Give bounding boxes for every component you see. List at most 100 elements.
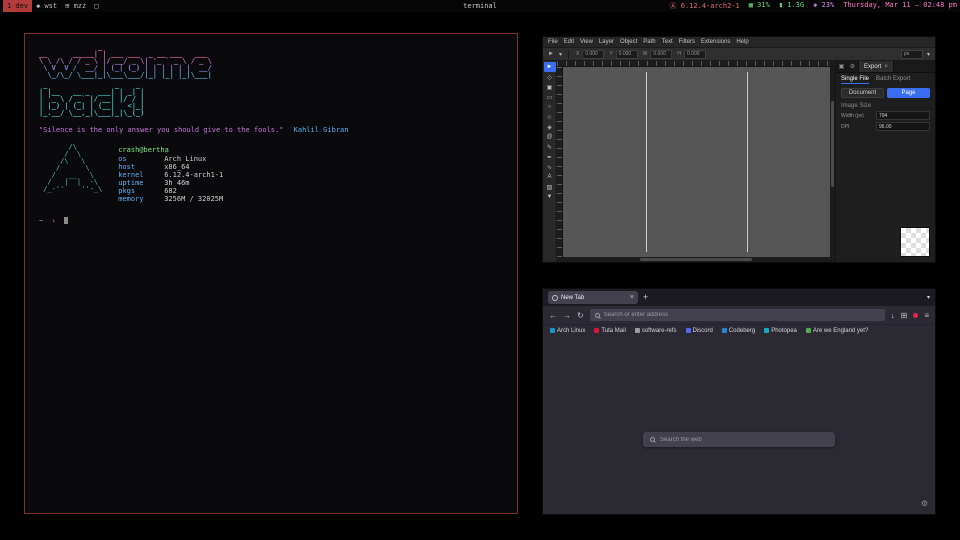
inkscape-canvas[interactable] bbox=[563, 67, 830, 257]
downloads-icon[interactable]: ↓ bbox=[891, 311, 895, 320]
toolbar-options-icon[interactable]: ▾ bbox=[926, 51, 931, 58]
workspace-tag-4[interactable]: □ bbox=[90, 0, 102, 12]
single-file-mode[interactable]: Single File bbox=[841, 76, 869, 84]
status-bar: 1 dev ◆ wst ⊞ mzz □ terminal Ⓐ 6.12.4-ar… bbox=[0, 0, 960, 12]
menu-filters[interactable]: Filters bbox=[679, 39, 695, 45]
close-icon[interactable]: × bbox=[884, 64, 888, 70]
prompt-path: ~ bbox=[39, 217, 43, 225]
y-field-label: Y bbox=[609, 51, 612, 57]
export-panel: ▣ ⚙ Export × Single File Batch Export Do… bbox=[835, 61, 935, 262]
text-tool-icon[interactable]: A bbox=[544, 172, 556, 182]
document-button[interactable]: Document bbox=[841, 88, 884, 98]
personalize-gear-icon[interactable]: ⚙ bbox=[921, 499, 928, 508]
page-right-edge bbox=[747, 72, 748, 252]
page-button[interactable]: Page bbox=[887, 88, 930, 98]
scrollbar-thumb[interactable] bbox=[831, 101, 834, 187]
favicon bbox=[722, 328, 727, 333]
menu-file[interactable]: File bbox=[548, 39, 558, 45]
units-select[interactable]: px bbox=[901, 50, 923, 59]
url-input[interactable] bbox=[604, 312, 880, 318]
new-tab-button[interactable]: + bbox=[643, 293, 648, 302]
forward-icon[interactable]: → bbox=[563, 311, 571, 320]
menu-edit[interactable]: Edit bbox=[564, 39, 574, 45]
status-cpu: ▦ 31% bbox=[749, 1, 770, 11]
shell-prompt[interactable]: ~ › bbox=[39, 217, 503, 225]
inkscape-toolbox: ► ◇ ▣ ▭ ○ ☆ ◈ @ ✎ ✒ ∿ A ▧ ▼ bbox=[543, 61, 557, 262]
selection-mode-icon[interactable]: ► bbox=[547, 51, 555, 57]
h-field-label: H bbox=[677, 51, 681, 57]
bookmark-are-we-england-yet[interactable]: Are we England yet? bbox=[806, 328, 868, 334]
x-field[interactable]: 0.000 bbox=[582, 50, 604, 59]
export-area-buttons: Document Page bbox=[836, 86, 935, 100]
node-tool-icon[interactable]: ◇ bbox=[544, 72, 556, 82]
toolbar-separator bbox=[568, 50, 569, 59]
fetch-user-host: crash@bertha bbox=[118, 146, 223, 154]
recording-indicator-icon[interactable] bbox=[913, 313, 918, 318]
menu-text[interactable]: Text bbox=[662, 39, 673, 45]
pencil-tool-icon[interactable]: ✎ bbox=[544, 142, 556, 152]
canvas-vertical-scrollbar[interactable] bbox=[830, 67, 835, 257]
close-tab-icon[interactable]: × bbox=[630, 294, 634, 301]
menu-layer[interactable]: Layer bbox=[599, 39, 614, 45]
url-bar[interactable] bbox=[590, 309, 885, 321]
ascii-art-welcome: _ __ _____| | ___ ___ _ __ ___ ___ \ \ /… bbox=[39, 44, 503, 79]
dpi-input[interactable]: 96.00 bbox=[876, 122, 930, 131]
star-tool-icon[interactable]: ☆ bbox=[544, 112, 556, 122]
h-field[interactable]: 0.000 bbox=[684, 50, 706, 59]
web-search-input[interactable] bbox=[660, 437, 828, 443]
gradient-tool-icon[interactable]: ▧ bbox=[544, 182, 556, 192]
tab-title: New Tab bbox=[561, 295, 584, 301]
ellipse-tool-icon[interactable]: ○ bbox=[544, 102, 556, 112]
status-modules: Ⓐ 6.12.4-arch2-1 ▦ 31% ▮ 1.3G ◈ 23% Thur… bbox=[670, 1, 957, 11]
quote-text: "Silence is the only answer you should g… bbox=[39, 126, 283, 134]
export-mode-switch: Single File Batch Export bbox=[836, 73, 935, 86]
calligraphy-tool-icon[interactable]: ∿ bbox=[544, 162, 556, 172]
batch-export-mode[interactable]: Batch Export bbox=[876, 76, 910, 84]
list-tabs-icon[interactable]: ▾ bbox=[927, 294, 930, 301]
selector-tool-icon[interactable]: ► bbox=[544, 62, 556, 72]
w-field[interactable]: 0.000 bbox=[650, 50, 672, 59]
dock-tab-strip: ▣ ⚙ Export × bbox=[836, 61, 935, 73]
bookmark-codeberg[interactable]: Codeberg bbox=[722, 328, 755, 334]
bookmark-photopea[interactable]: Photopea bbox=[764, 328, 797, 334]
menu-help[interactable]: Help bbox=[736, 39, 748, 45]
rectangle-tool-icon[interactable]: ▭ bbox=[544, 92, 556, 102]
fetch-row-host: hostx86_64 bbox=[118, 163, 223, 171]
dropper-tool-icon[interactable]: ▼ bbox=[544, 192, 556, 202]
prompt-symbol: › bbox=[51, 217, 55, 225]
dock-document-icon[interactable]: ▣ bbox=[836, 63, 847, 70]
favicon bbox=[764, 328, 769, 333]
dock-settings-icon[interactable]: ⚙ bbox=[847, 63, 858, 70]
canvas-horizontal-scrollbar[interactable] bbox=[557, 257, 835, 262]
active-tab[interactable]: New Tab × bbox=[548, 291, 638, 304]
scrollbar-thumb[interactable] bbox=[640, 258, 751, 261]
back-icon[interactable]: ← bbox=[549, 311, 557, 320]
bookmark-software-refs[interactable]: software-refs bbox=[635, 328, 677, 334]
box3d-tool-icon[interactable]: ◈ bbox=[544, 122, 556, 132]
bookmark-arch-linux[interactable]: Arch Linux bbox=[550, 328, 585, 334]
menu-icon[interactable]: ≡ bbox=[924, 311, 929, 320]
pen-tool-icon[interactable]: ✒ bbox=[544, 152, 556, 162]
web-search-box[interactable] bbox=[643, 432, 835, 447]
image-size-label: Image Size bbox=[836, 100, 935, 110]
bookmark-discord[interactable]: Discord bbox=[686, 328, 713, 334]
x-field-label: X bbox=[576, 51, 579, 57]
spiral-tool-icon[interactable]: @ bbox=[544, 132, 556, 142]
reload-icon[interactable]: ↻ bbox=[577, 311, 584, 320]
menu-path[interactable]: Path bbox=[643, 39, 655, 45]
menu-object[interactable]: Object bbox=[620, 39, 637, 45]
export-tab[interactable]: Export × bbox=[858, 61, 894, 72]
menu-extensions[interactable]: Extensions bbox=[701, 39, 730, 45]
workspace-tag-1[interactable]: 1 dev bbox=[3, 0, 32, 12]
page-left-edge bbox=[646, 72, 647, 252]
bookmark-tuta-mail[interactable]: Tuta Mail bbox=[594, 328, 625, 334]
shape-builder-tool-icon[interactable]: ▣ bbox=[544, 82, 556, 92]
workspace-tag-3[interactable]: ⊞ mzz bbox=[61, 0, 90, 12]
dropdown-caret-icon[interactable]: ▾ bbox=[558, 51, 563, 58]
menu-view[interactable]: View bbox=[580, 39, 593, 45]
width-input[interactable]: 794 bbox=[876, 111, 930, 120]
terminal-window[interactable]: _ __ _____| | ___ ___ _ __ ___ ___ \ \ /… bbox=[24, 33, 518, 514]
extensions-icon[interactable]: ⊞ bbox=[901, 311, 908, 320]
workspace-tag-2[interactable]: ◆ wst bbox=[32, 0, 61, 12]
y-field[interactable]: 0.000 bbox=[616, 50, 638, 59]
